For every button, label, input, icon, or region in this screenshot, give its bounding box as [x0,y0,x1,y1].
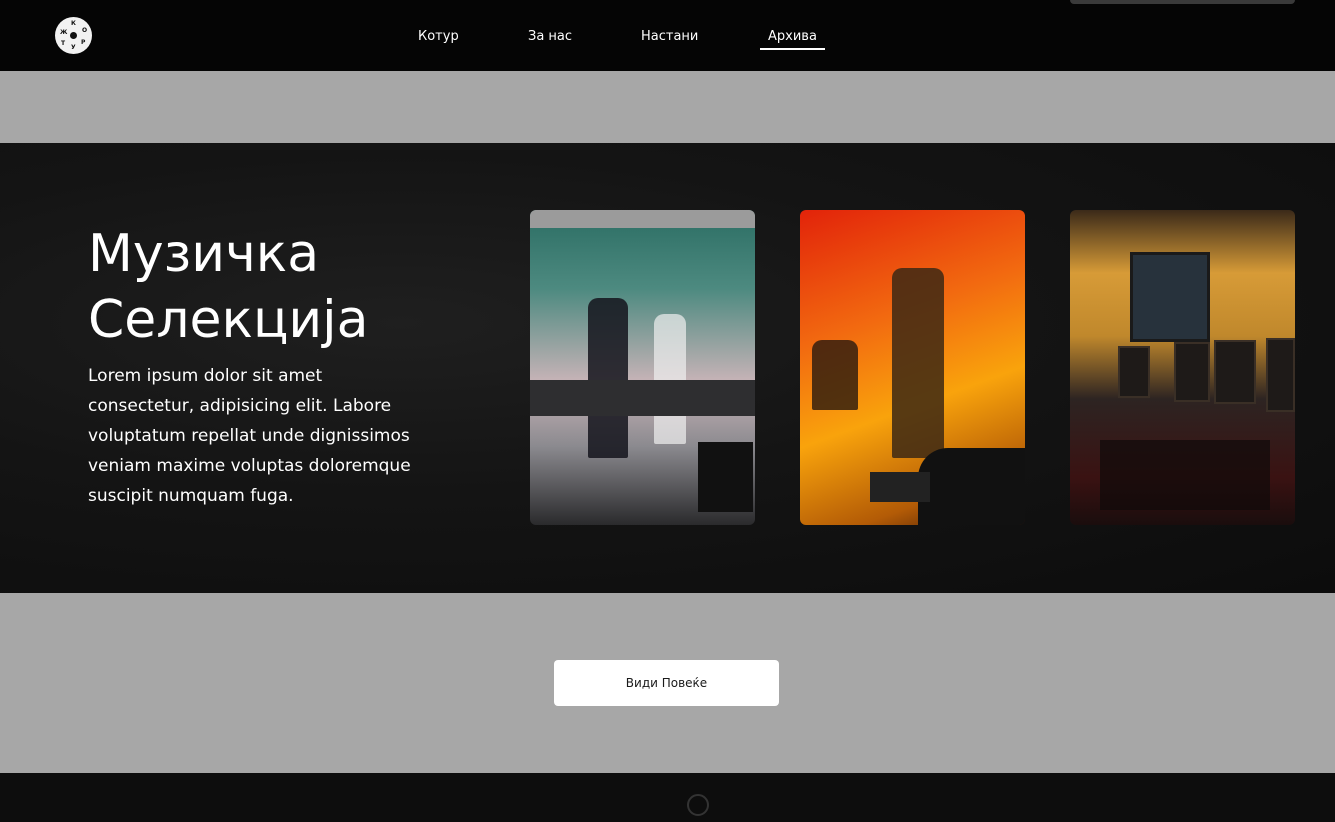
logo-letter: Т [61,40,66,47]
nav-link-archive[interactable]: Архива [760,29,825,50]
logo-letter: У [71,44,76,51]
window [1130,252,1210,342]
section-description: Lorem ipsum dolor sit amet consectetur, … [88,366,411,506]
stage-monitor [918,448,1025,525]
logo-letter: К [71,20,76,27]
gallery-photo-violinist[interactable] [800,210,1025,525]
music-selection-section: Музичка Селекција Lorem ipsum dolor sit … [0,143,1335,593]
top-navbar: Ж К О Т У Р Котур За нас Настани Архива [0,0,1335,71]
violinist-figure [892,268,944,458]
equipment-table [530,380,755,416]
drummer-figure [812,340,858,410]
section-title-line2: Селекција [88,290,369,350]
logo-letter: Ж [60,29,68,36]
poster-frame [1214,340,1256,404]
poster-frame [1266,338,1295,412]
logo-letter: Р [81,39,86,46]
top-strip [1070,0,1295,4]
nav-link-about[interactable]: За нас [528,29,572,44]
section-title: Музичка Селекција [88,221,368,353]
nav-link-kotur[interactable]: Котур [418,29,459,44]
speaker-bag [698,442,753,512]
poster-frame [1174,342,1210,402]
gallery-photo-dj[interactable] [530,210,755,525]
poster-frame [1118,346,1150,398]
performer-figure [588,298,628,458]
tables-chairs [1100,440,1270,510]
logo-center-dot [70,32,77,39]
pedalboard [870,472,930,502]
gallery-photo-venue[interactable] [1070,210,1295,525]
nav-link-events[interactable]: Настани [641,29,698,44]
circle-icon[interactable] [687,794,709,816]
section-title-line1: Музичка [88,224,320,284]
footer [0,773,1335,822]
performer-figure [654,314,686,444]
ceiling-pipe [530,210,755,228]
see-more-button[interactable]: Види Повеќе [554,660,779,706]
logo-letter: О [82,27,88,34]
gray-band-top [0,71,1335,143]
site-logo[interactable]: Ж К О Т У Р [55,17,92,54]
